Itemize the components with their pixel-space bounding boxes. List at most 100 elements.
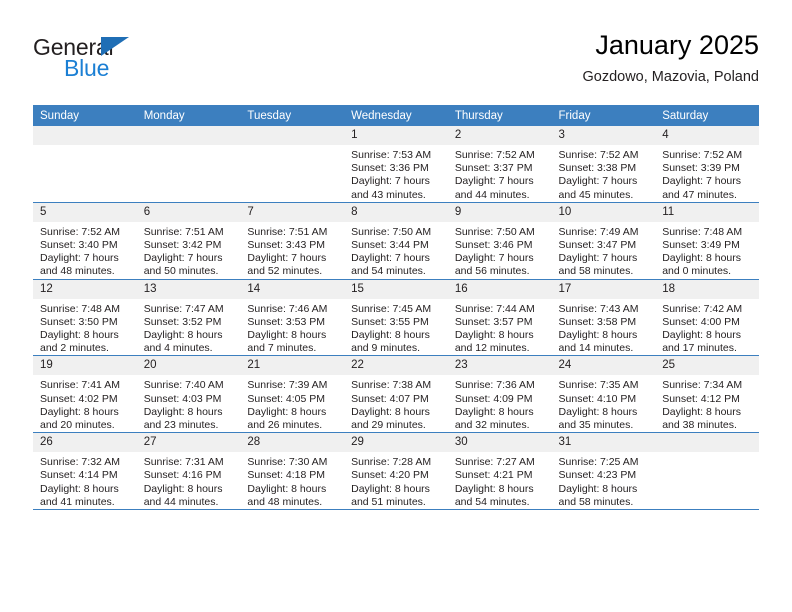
day-number: 28 [240, 433, 345, 453]
calendar-day-cell[interactable]: 30 Sunrise: 7:27 AM Sunset: 4:21 PM Dayligh… [447, 432, 552, 511]
day-number: 7 [240, 202, 345, 222]
day-number: 14 [240, 279, 345, 299]
calendar-day-cell[interactable]: 11 Sunrise: 7:48 AM Sunset: 3:49 PM Dayligh… [655, 202, 759, 280]
day-sunrise-line: Sunrise: 7:51 AM [247, 225, 328, 238]
day-number: 30 [447, 433, 552, 453]
day-number: 22 [344, 356, 448, 376]
day-details: Sunrise: 7:31 AM Sunset: 4:16 PM Daylight:… [137, 452, 241, 509]
day-details: Sunrise: 7:43 AM Sunset: 3:58 PM Daylight:… [552, 299, 656, 356]
day-sunrise-line: Sunrise: 7:49 AM [558, 225, 639, 238]
day-number: 16 [447, 279, 552, 299]
day-sunset-line: Sunset: 3:43 PM [247, 239, 326, 252]
calendar-day-cell-empty [240, 126, 345, 203]
calendar-day-cell[interactable]: 8 Sunrise: 7:50 AM Sunset: 3:44 PM Daylight… [344, 202, 448, 280]
day-number: 20 [136, 356, 241, 376]
day-daylight-line: and 47 minutes. [662, 188, 737, 201]
day-daylight-line: and 58 minutes. [558, 495, 634, 508]
weekday-header-saturday: Saturday [655, 105, 759, 126]
calendar-day-cell[interactable]: 9 Sunrise: 7:50 AM Sunset: 3:46 PM Daylight… [447, 202, 552, 280]
calendar-day-cell[interactable]: 14 Sunrise: 7:46 AM Sunset: 3:53 PM Dayligh… [240, 279, 345, 357]
calendar-day-cell[interactable]: 16 Sunrise: 7:44 AM Sunset: 3:57 PM Dayligh… [447, 279, 552, 357]
calendar-day-cell-empty [33, 126, 137, 203]
calendar-day-cell[interactable]: 29 Sunrise: 7:28 AM Sunset: 4:20 PM Dayligh… [344, 432, 448, 511]
day-number [240, 126, 345, 145]
calendar-day-cell-empty [655, 432, 759, 511]
day-number: 31 [551, 433, 656, 453]
day-details: Sunrise: 7:25 AM Sunset: 4:23 PM Daylight:… [552, 452, 656, 509]
day-sunrise-line: Sunrise: 7:28 AM [351, 456, 432, 469]
calendar-day-cell[interactable]: 19 Sunrise: 7:41 AM Sunset: 4:02 PM Dayligh… [33, 355, 137, 434]
day-details: Sunrise: 7:34 AM Sunset: 4:12 PM Daylight:… [655, 375, 759, 432]
calendar-day-cell[interactable]: 1 Sunrise: 7:53 AM Sunset: 3:36 PM Daylight… [344, 126, 448, 203]
logo-text-blue: Blue [64, 55, 110, 81]
weekday-header-monday: Monday [136, 105, 241, 126]
day-sunrise-line: Sunrise: 7:32 AM [40, 456, 120, 469]
day-sunrise-line: Sunrise: 7:52 AM [454, 149, 535, 161]
calendar-week-row: 26 Sunrise: 7:32 AM Sunset: 4:14 PM Dayligh… [33, 432, 759, 511]
calendar-day-cell[interactable]: 31 Sunrise: 7:25 AM Sunset: 4:23 PM Dayligh… [551, 432, 656, 511]
day-number: 21 [240, 356, 345, 376]
day-sunset-line: Sunset: 3:39 PM [662, 162, 740, 175]
calendar-day-cell[interactable]: 15 Sunrise: 7:45 AM Sunset: 3:55 PM Dayligh… [344, 279, 448, 357]
day-details: Sunrise: 7:44 AM Sunset: 3:57 PM Daylight:… [448, 299, 552, 356]
calendar-day-cell[interactable]: 5 Sunrise: 7:52 AM Sunset: 3:40 PM Daylight… [33, 202, 137, 280]
day-daylight-line: and 0 minutes. [662, 265, 732, 278]
calendar-day-cell[interactable]: 20 Sunrise: 7:40 AM Sunset: 4:03 PM Dayligh… [136, 355, 241, 434]
day-sunset-line: Sunset: 3:50 PM [40, 315, 118, 328]
day-daylight-line: Daylight: 7 hours [40, 252, 119, 265]
calendar-day-cell[interactable]: 6 Sunrise: 7:51 AM Sunset: 3:42 PM Daylight… [136, 202, 241, 280]
day-daylight-line: and 17 minutes. [662, 342, 737, 355]
day-daylight-line: Daylight: 8 hours [454, 405, 534, 418]
calendar-day-cell[interactable]: 23 Sunrise: 7:36 AM Sunset: 4:09 PM Dayligh… [447, 355, 552, 434]
calendar-day-cell[interactable]: 17 Sunrise: 7:43 AM Sunset: 3:58 PM Dayligh… [551, 279, 656, 357]
day-daylight-line: and 20 minutes. [40, 419, 115, 432]
weekday-header-sunday: Sunday [33, 105, 137, 126]
day-details: Sunrise: 7:50 AM Sunset: 3:44 PM Daylight:… [344, 222, 448, 279]
day-daylight-line: and 58 minutes. [558, 265, 634, 278]
day-sunset-line: Sunset: 4:18 PM [247, 469, 326, 482]
calendar-day-cell[interactable]: 10 Sunrise: 7:49 AM Sunset: 3:47 PM Dayligh… [551, 202, 656, 280]
day-daylight-line: Daylight: 7 hours [143, 252, 223, 265]
calendar-day-cell[interactable]: 26 Sunrise: 7:32 AM Sunset: 4:14 PM Dayligh… [33, 432, 137, 511]
calendar-day-cell[interactable]: 28 Sunrise: 7:30 AM Sunset: 4:18 PM Dayligh… [240, 432, 345, 511]
day-number [33, 126, 137, 145]
day-details: Sunrise: 7:41 AM Sunset: 4:02 PM Daylight:… [33, 375, 137, 432]
day-sunrise-line: Sunrise: 7:38 AM [351, 379, 432, 392]
calendar-day-cell[interactable]: 25 Sunrise: 7:34 AM Sunset: 4:12 PM Dayligh… [655, 355, 759, 434]
calendar-day-cell[interactable]: 12 Sunrise: 7:48 AM Sunset: 3:50 PM Dayligh… [33, 279, 137, 357]
page-title: January 2025 [595, 30, 759, 60]
calendar-day-cell[interactable]: 27 Sunrise: 7:31 AM Sunset: 4:16 PM Dayligh… [136, 432, 241, 511]
day-sunrise-line: Sunrise: 7:52 AM [40, 225, 120, 238]
day-daylight-line: Daylight: 7 hours [662, 175, 742, 188]
calendar-day-cell[interactable]: 22 Sunrise: 7:38 AM Sunset: 4:07 PM Dayligh… [344, 355, 448, 434]
day-sunset-line: Sunset: 4:23 PM [558, 469, 637, 482]
calendar-day-cell[interactable]: 24 Sunrise: 7:35 AM Sunset: 4:10 PM Dayligh… [551, 355, 656, 434]
day-sunset-line: Sunset: 3:58 PM [558, 315, 637, 328]
day-number: 6 [136, 202, 241, 222]
calendar-day-cell[interactable]: 21 Sunrise: 7:39 AM Sunset: 4:05 PM Dayligh… [240, 355, 345, 434]
calendar-day-cell[interactable]: 7 Sunrise: 7:51 AM Sunset: 3:43 PM Daylight… [240, 202, 345, 280]
calendar-day-cell[interactable]: 4 Sunrise: 7:52 AM Sunset: 3:39 PM Daylight… [655, 126, 759, 203]
day-sunset-line: Sunset: 4:14 PM [40, 469, 118, 482]
day-daylight-line: Daylight: 8 hours [40, 329, 119, 342]
day-number: 11 [655, 202, 759, 222]
day-number: 26 [33, 433, 137, 453]
calendar-day-cell[interactable]: 18 Sunrise: 7:42 AM Sunset: 4:00 PM Dayligh… [655, 279, 759, 357]
day-details: Sunrise: 7:28 AM Sunset: 4:20 PM Daylight:… [344, 452, 448, 509]
day-number [655, 433, 759, 453]
calendar-day-cell[interactable]: 3 Sunrise: 7:52 AM Sunset: 3:38 PM Daylight… [551, 126, 656, 203]
day-sunrise-line: Sunrise: 7:52 AM [558, 149, 639, 161]
general-blue-logo[interactable]: General Blue [33, 34, 163, 82]
calendar-grid: Sunday Monday Tuesday Wednesday Thursday… [33, 105, 759, 511]
day-sunrise-line: Sunrise: 7:44 AM [454, 302, 535, 315]
day-sunset-line: Sunset: 4:21 PM [454, 469, 533, 482]
day-sunset-line: Sunset: 3:42 PM [143, 239, 222, 252]
day-sunset-line: Sunset: 4:16 PM [143, 469, 222, 482]
calendar-day-cell[interactable]: 13 Sunrise: 7:47 AM Sunset: 3:52 PM Dayligh… [136, 279, 241, 357]
day-details: Sunrise: 7:47 AM Sunset: 3:52 PM Daylight:… [137, 299, 241, 356]
calendar-page: General Blue January 2025 Gozdowo, Mazov… [0, 0, 792, 612]
day-details: Sunrise: 7:52 AM Sunset: 3:40 PM Daylight:… [33, 222, 137, 279]
day-daylight-line: Daylight: 7 hours [247, 252, 327, 265]
calendar-day-cell[interactable]: 2 Sunrise: 7:52 AM Sunset: 3:37 PM Daylight… [447, 126, 552, 203]
day-number: 23 [447, 356, 552, 376]
